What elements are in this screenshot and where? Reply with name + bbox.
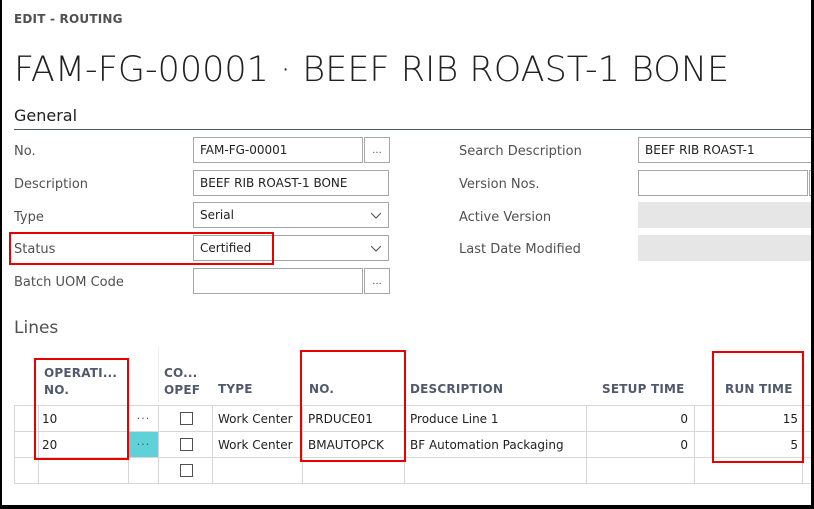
chevron-down-icon [371,245,381,252]
type-cell[interactable]: Work Center [218,438,293,452]
search-description-label: Search Description [459,144,582,159]
general-section-title[interactable]: General [14,106,77,125]
type-label: Type [14,210,44,225]
table-row[interactable]: 20 ··· Work Center BMAUTOPCK BF Automati… [14,432,811,457]
status-highlight-box [9,232,274,265]
batch-uom-code-field[interactable] [193,268,363,294]
table-row-new[interactable] [14,458,811,483]
section-divider [14,129,811,130]
no-highlight-box [300,350,406,462]
concurrent-checkbox[interactable] [180,464,193,477]
no-label: No. [14,144,36,159]
grid-line [14,483,811,484]
no-field[interactable]: FAM-FG-00001 [193,137,363,163]
ellipsis-icon: ... [372,276,382,287]
col-header-description[interactable]: DESCRIPTION [410,382,503,396]
row-menu-button[interactable]: ··· [129,406,158,431]
page-title: FAM-FG-00001 · BEEF RIB ROAST-1 BONE [14,50,730,90]
type-cell[interactable]: Work Center [218,412,293,426]
type-dropdown[interactable]: Serial [193,202,389,228]
run-time-highlight-box [712,351,804,463]
operation-no-highlight-box [34,358,129,460]
setup-time-cell[interactable]: 0 [588,438,688,452]
chevron-down-icon [371,212,381,219]
col-header-concurrent[interactable]: CO... OPEF [164,366,200,397]
row-menu-button[interactable]: ··· [129,432,158,457]
routing-card-page: EDIT - ROUTING FAM-FG-00001 · BEEF RIB R… [2,0,811,505]
col-header-concurrent-line1: CO... [164,366,198,380]
col-header-type[interactable]: TYPE [218,382,253,396]
col-header-concurrent-line2: OPEF [164,383,201,397]
batch-uom-lookup-button[interactable]: ... [364,268,390,294]
active-version-label: Active Version [459,210,552,225]
setup-time-cell[interactable]: 0 [588,412,688,426]
header-separator [158,347,159,403]
table-row[interactable]: 10 ··· Work Center PRDUCE01 Produce Line… [14,406,811,431]
description-cell[interactable]: BF Automation Packaging [410,438,564,452]
col-header-setup-time[interactable]: SETUP TIME [602,382,685,396]
active-version-field [638,202,811,228]
description-field[interactable]: BEEF RIB ROAST-1 BONE [193,170,389,196]
concurrent-checkbox[interactable] [180,438,193,451]
last-date-modified-field [638,235,811,261]
description-cell[interactable]: Produce Line 1 [410,412,499,426]
ellipsis-icon: ... [372,145,382,156]
more-options-icon: ··· [136,438,151,451]
version-nos-lookup-button[interactable] [809,170,811,196]
description-label: Description [14,177,89,192]
version-nos-label: Version Nos. [459,177,540,192]
version-nos-field[interactable] [638,170,808,196]
last-date-modified-label: Last Date Modified [459,242,581,257]
type-value: Serial [200,208,234,222]
more-options-icon: ··· [136,412,151,425]
batch-uom-code-label: Batch UOM Code [14,275,124,290]
lines-section-title[interactable]: Lines [14,318,58,338]
page-caption: EDIT - ROUTING [14,12,123,26]
search-description-field[interactable]: BEEF RIB ROAST-1 [638,137,811,163]
concurrent-checkbox[interactable] [180,412,193,425]
no-lookup-button[interactable]: ... [364,137,390,163]
